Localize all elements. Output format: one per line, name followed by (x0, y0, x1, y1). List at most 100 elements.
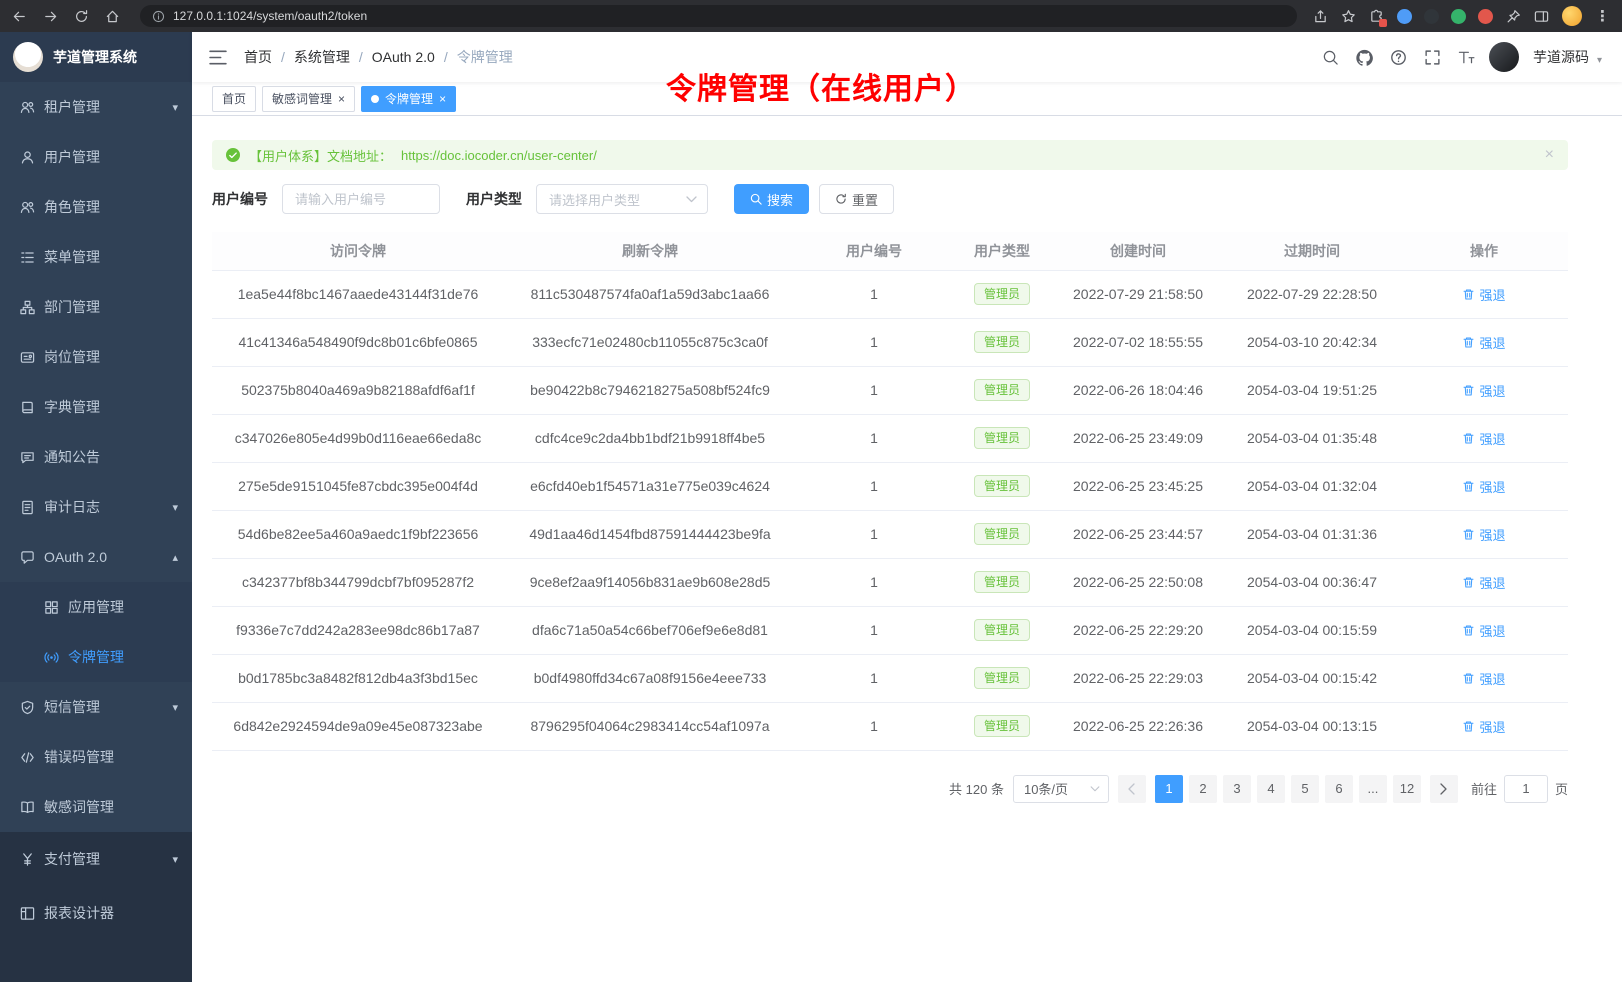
tab-oauth2-token[interactable]: 令牌管理 × (361, 86, 456, 112)
caret-down-icon[interactable]: ▾ (1597, 55, 1602, 66)
sidebar-item-post[interactable]: 岗位管理 (0, 332, 192, 382)
sidebar-item-notice[interactable]: 通知公告 (0, 432, 192, 482)
create-time-cell: 2022-06-26 18:04:46 (1052, 366, 1224, 414)
force-logout-button[interactable]: 强退 (1462, 477, 1505, 496)
fullscreen-icon[interactable] (1424, 49, 1441, 66)
user-type-badge: 管理员 (974, 715, 1030, 737)
alert-close-icon[interactable]: × (1545, 147, 1554, 163)
app-logo[interactable]: 芋道管理系统 (0, 32, 192, 82)
table-row: 41c41346a548490f9dc8b01c6bfe0865 333ecfc… (212, 318, 1568, 366)
bookmark-star-icon[interactable] (1341, 9, 1356, 24)
pager-more[interactable]: ... (1359, 775, 1387, 803)
extension-icon[interactable] (1397, 9, 1412, 24)
site-info-icon[interactable] (152, 10, 165, 23)
user-type-badge: 管理员 (974, 475, 1030, 497)
github-icon[interactable] (1356, 49, 1373, 66)
force-logout-button[interactable]: 强退 (1462, 525, 1505, 544)
force-logout-button[interactable]: 强退 (1462, 717, 1505, 736)
extension-icon[interactable] (1478, 9, 1493, 24)
user-type-select[interactable]: 请选择用户类型 (536, 184, 708, 214)
browser-menu-icon[interactable]: ⋮ (1595, 7, 1610, 25)
share-icon[interactable] (1313, 9, 1328, 24)
column-header: 过期时间 (1224, 232, 1400, 270)
sidebar-item-pay[interactable]: 支付管理 ▾ (0, 832, 192, 886)
breadcrumb-item[interactable]: OAuth 2.0 (372, 49, 435, 65)
force-logout-button[interactable]: 强退 (1462, 381, 1505, 400)
log-icon (20, 500, 35, 515)
sidebar-item-oauth2-token[interactable]: 令牌管理 (0, 632, 192, 682)
table-row: 1ea5e44f8bc1467aaede43144f31de76 811c530… (212, 270, 1568, 318)
search-button[interactable]: 搜索 (734, 184, 809, 214)
force-logout-button[interactable]: 强退 (1462, 429, 1505, 448)
sidebar-item-sms[interactable]: 短信管理 ▾ (0, 682, 192, 732)
table-row: c347026e805e4d99b0d116eae66eda8c cdfc4ce… (212, 414, 1568, 462)
goto-page-input[interactable] (1504, 775, 1548, 803)
tab-sensitive-word[interactable]: 敏感词管理 × (262, 86, 355, 112)
sidebar-collapse-icon[interactable] (209, 50, 227, 65)
force-logout-button[interactable]: 强退 (1462, 669, 1505, 688)
pager-page-5[interactable]: 5 (1291, 775, 1319, 803)
prev-page-button[interactable] (1118, 775, 1146, 803)
sidebar-item-dept[interactable]: 部门管理 (0, 282, 192, 332)
force-logout-button[interactable]: 强退 (1462, 573, 1505, 592)
user-name[interactable]: 芋道源码 (1533, 47, 1589, 67)
user-id-cell: 1 (796, 510, 952, 558)
user-avatar[interactable] (1489, 42, 1519, 72)
force-logout-button[interactable]: 强退 (1462, 333, 1505, 352)
chevron-icon: ▾ (172, 501, 178, 514)
back-button[interactable] (12, 9, 27, 24)
home-button[interactable] (105, 9, 120, 24)
tab-close-icon[interactable]: × (439, 93, 446, 105)
sidebar-item-sensitive-word[interactable]: 敏感词管理 (0, 782, 192, 832)
next-page-button[interactable] (1430, 775, 1458, 803)
refresh-token-cell: e6cfd40eb1f54571a31e775e039c4624 (504, 462, 796, 510)
pin-icon[interactable] (1506, 9, 1521, 24)
pager-page-6[interactable]: 6 (1325, 775, 1353, 803)
force-logout-button[interactable]: 强退 (1462, 621, 1505, 640)
extensions-icon[interactable] (1369, 9, 1384, 24)
sidebar-item-audit-log[interactable]: 审计日志 ▾ (0, 482, 192, 532)
browser-toolbar: 127.0.0.1:1024/system/oauth2/token ⋮ (0, 0, 1622, 32)
question-icon[interactable] (1390, 49, 1407, 66)
actions-cell: 强退 (1400, 270, 1568, 318)
reload-button[interactable] (74, 9, 89, 24)
chevron-left-icon (1127, 783, 1136, 795)
sidebar-item-oauth2-application[interactable]: 应用管理 (0, 582, 192, 632)
sidebar-item-menu[interactable]: 菜单管理 (0, 232, 192, 282)
reset-button[interactable]: 重置 (819, 184, 894, 214)
sidebar-item-role[interactable]: 角色管理 (0, 182, 192, 232)
user-type-badge: 管理员 (974, 283, 1030, 305)
address-bar[interactable]: 127.0.0.1:1024/system/oauth2/token (140, 5, 1297, 27)
breadcrumb-item[interactable]: 系统管理 (294, 47, 350, 67)
search-icon[interactable] (1322, 49, 1339, 66)
tab-home[interactable]: 首页 (212, 86, 256, 112)
user-type-badge: 管理员 (974, 331, 1030, 353)
post-icon (20, 350, 35, 365)
extension-icon[interactable] (1451, 9, 1466, 24)
pager-page-3[interactable]: 3 (1223, 775, 1251, 803)
sidebar-toggle-icon[interactable] (1534, 9, 1549, 24)
pager-page-12[interactable]: 12 (1393, 775, 1421, 803)
pager-page-1[interactable]: 1 (1155, 775, 1183, 803)
breadcrumb-item[interactable]: 首页 (244, 47, 272, 67)
browser-profile-avatar[interactable] (1562, 6, 1582, 26)
actions-cell: 强退 (1400, 654, 1568, 702)
tab-close-icon[interactable]: × (338, 93, 345, 105)
doc-link[interactable]: https://doc.iocoder.cn/user-center/ (401, 148, 597, 163)
sidebar-item-oauth2[interactable]: OAuth 2.0 ▴ (0, 532, 192, 582)
pager-page-4[interactable]: 4 (1257, 775, 1285, 803)
sidebar-item-error-code[interactable]: 错误码管理 (0, 732, 192, 782)
sidebar-item-tenant[interactable]: 租户管理 ▾ (0, 82, 192, 132)
sidebar-item-report-designer[interactable]: 报表设计器 (0, 886, 192, 940)
force-logout-button[interactable]: 强退 (1462, 285, 1505, 304)
extension-icon[interactable] (1424, 9, 1439, 24)
user-id-cell: 1 (796, 606, 952, 654)
sidebar-item-dict[interactable]: 字典管理 (0, 382, 192, 432)
user-id-input[interactable] (282, 184, 440, 214)
forward-button[interactable] (43, 9, 58, 24)
sidebar-item-user[interactable]: 用户管理 (0, 132, 192, 182)
access-token-cell: 54d6be82ee5a460a9aedc1f9bf223656 (212, 510, 504, 558)
page-size-select[interactable]: 10条/页 (1013, 775, 1109, 803)
pager-page-2[interactable]: 2 (1189, 775, 1217, 803)
font-size-icon[interactable] (1458, 49, 1475, 66)
